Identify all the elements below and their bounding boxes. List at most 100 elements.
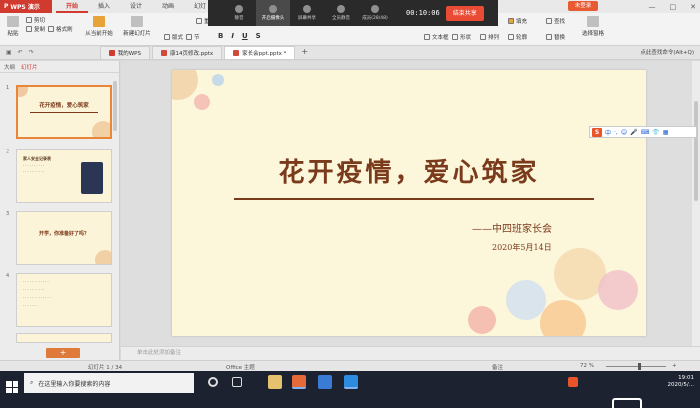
add-slide-button[interactable]: + <box>46 348 80 358</box>
flower-decor <box>468 306 496 334</box>
file-explorer-icon[interactable] <box>268 375 282 389</box>
menu-tab-0[interactable]: 开始 <box>56 0 89 13</box>
section-button[interactable]: 节 <box>186 33 200 41</box>
menu-tab-2[interactable]: 设计 <box>120 0 152 13</box>
outline-button[interactable]: 轮廓 <box>508 33 527 41</box>
textbox-button[interactable]: 文本框 <box>424 33 449 41</box>
paste-icon <box>7 16 19 27</box>
screen-share-button[interactable]: 屏幕共享 <box>290 0 324 26</box>
select-pane-button[interactable]: 选择窗格 <box>576 15 610 43</box>
mute-button[interactable]: 静音 <box>222 0 256 26</box>
italic-button[interactable]: I <box>231 32 234 40</box>
search-icon <box>546 18 552 24</box>
tab-slides[interactable]: 幻灯片 <box>21 63 38 71</box>
strike-button[interactable]: S <box>256 32 261 40</box>
shape-icon <box>452 34 458 40</box>
find-button[interactable]: 查找 <box>546 17 565 25</box>
minimize-icon[interactable]: — <box>649 3 656 11</box>
panel-tabs: 大纲 幻灯片 <box>0 61 119 73</box>
command-search[interactable]: 点此查找命令(Alt+Q) <box>640 48 694 56</box>
ime-item-5[interactable]: 👕 <box>652 129 659 136</box>
doc-tab-2[interactable]: 家长会ppt.pptx * <box>224 46 296 59</box>
format-painter-button[interactable]: 格式刷 <box>48 25 73 33</box>
meeting-recording-bar: 静音 开启摄像头 屏幕共享 全员静音 成员(28/48) 00:10:06 结束… <box>208 0 498 26</box>
sogou-logo-icon[interactable]: S <box>592 127 602 137</box>
scroll-thumb[interactable] <box>694 101 698 201</box>
cut-button[interactable]: 剪切 <box>26 16 45 24</box>
ime-item-2[interactable]: ☺ <box>621 129 627 136</box>
system-clock[interactable]: 19:01 2020/5/... <box>668 375 694 389</box>
menu-tab-1[interactable]: 插入 <box>88 0 120 13</box>
zoom-level: 72 % <box>580 363 594 369</box>
members-button[interactable]: 成员(28/48) <box>358 0 392 26</box>
status-bar: 幻灯片 1 / 34 Office 主题 备注 72 % + <box>0 360 700 371</box>
replace-button[interactable]: 替换 <box>546 33 565 41</box>
new-slide-button[interactable]: 新建幻灯片 <box>120 15 154 43</box>
save-icon[interactable]: ▣ <box>6 49 12 56</box>
wps-app-menu[interactable]: P WPS 演示 <box>0 0 52 13</box>
ime-item-6[interactable]: ▦ <box>663 129 669 136</box>
app-icon[interactable] <box>318 375 332 389</box>
sogou-tray-icon[interactable] <box>568 377 578 387</box>
login-button[interactable]: 未登录 <box>568 1 598 11</box>
panel-scrollbar[interactable] <box>113 81 117 131</box>
windows-start-icon[interactable] <box>6 381 18 393</box>
end-share-button[interactable]: 结束共享 <box>445 5 484 21</box>
shape-button[interactable]: 形状 <box>452 33 471 41</box>
paste-button[interactable]: 粘贴 <box>2 15 24 43</box>
underline-button[interactable]: U <box>242 32 248 40</box>
play-icon <box>93 16 105 27</box>
doc-tab-1[interactable]: 康14页修改.pptx <box>151 46 223 59</box>
zoom-slider[interactable] <box>606 363 666 370</box>
undo-icon[interactable]: ↶ <box>18 49 23 56</box>
cortana-icon[interactable] <box>208 377 218 387</box>
slide-thumbnail-panel: 大纲 幻灯片 1 花开疫情，爱心筑家 2 家人安全记录表 · · · · · ·… <box>0 61 120 360</box>
doc-tab-0[interactable]: 我的WPS <box>99 46 150 59</box>
fill-button[interactable]: 填充 <box>508 17 527 25</box>
notes-input[interactable]: 单击此处添加备注 <box>121 346 700 360</box>
theme-name: Office 主题 <box>226 365 255 371</box>
close-icon[interactable]: ✕ <box>690 3 696 11</box>
ime-item-0[interactable]: 中 <box>605 128 611 137</box>
from-current-button[interactable]: 从当前开始 <box>82 15 116 43</box>
scissors-icon <box>26 17 32 23</box>
ime-item-3[interactable]: 🎤 <box>630 129 637 136</box>
zoom-in-icon[interactable]: + <box>672 363 677 369</box>
bold-button[interactable]: B <box>218 32 223 40</box>
task-view-icon[interactable] <box>232 377 242 387</box>
tab-outline[interactable]: 大纲 <box>4 63 15 71</box>
taskbar-search-input[interactable]: ⌕ 在这里输入你要搜索的内容 <box>24 373 194 393</box>
document-tabs: ▣ ↶ ↷ 我的WPS 康14页修改.pptx 家长会ppt.pptx * + <box>0 46 700 60</box>
thumb-3-preview: 开学，你准备好了吗？ <box>16 211 112 265</box>
camera-button[interactable]: 开启摄像头 <box>256 0 290 26</box>
menu-tab-3[interactable]: 动画 <box>152 0 184 13</box>
font-format-row: B I U S <box>218 32 261 40</box>
members-icon <box>371 5 379 13</box>
current-slide[interactable]: 花开疫情，爱心筑家 ——中四班家长会 2020年5月14日 <box>172 70 646 336</box>
thumb-4-preview: · · · · · · · · · · · · · · · · · · · · … <box>16 273 112 327</box>
document-icon <box>108 50 115 56</box>
flower-decor <box>212 74 224 86</box>
zoom-slider-knob[interactable] <box>637 363 641 370</box>
copy-button[interactable]: 复制 <box>26 25 45 33</box>
menu-tabs: 开始 插入 设计 动画 幻灯 <box>56 0 216 13</box>
notes-toggle[interactable]: 备注 <box>492 363 503 371</box>
new-tab-button[interactable]: + <box>301 45 308 59</box>
new-slide-icon <box>131 16 143 27</box>
ime-item-1[interactable]: ·, <box>614 129 618 136</box>
flower-decor <box>18 87 28 97</box>
maximize-icon[interactable]: □ <box>670 3 677 11</box>
all-mute-button[interactable]: 全员静音 <box>324 0 358 26</box>
microphone-icon <box>235 5 243 13</box>
meeting-app-icon[interactable] <box>344 375 358 389</box>
layout-button[interactable]: 版式 <box>164 33 183 41</box>
arrange-button[interactable]: 排列 <box>480 33 499 41</box>
slide-count: 幻灯片 1 / 34 <box>88 365 123 371</box>
redo-icon[interactable]: ↷ <box>29 49 34 56</box>
wps-presentation-icon[interactable] <box>292 375 306 389</box>
flower-decor <box>598 270 638 310</box>
flower-decor <box>172 70 198 100</box>
ime-item-4[interactable]: ⌨ <box>641 129 650 136</box>
window-controls: — □ ✕ <box>649 0 697 13</box>
canvas-scrollbar[interactable] <box>692 61 700 346</box>
